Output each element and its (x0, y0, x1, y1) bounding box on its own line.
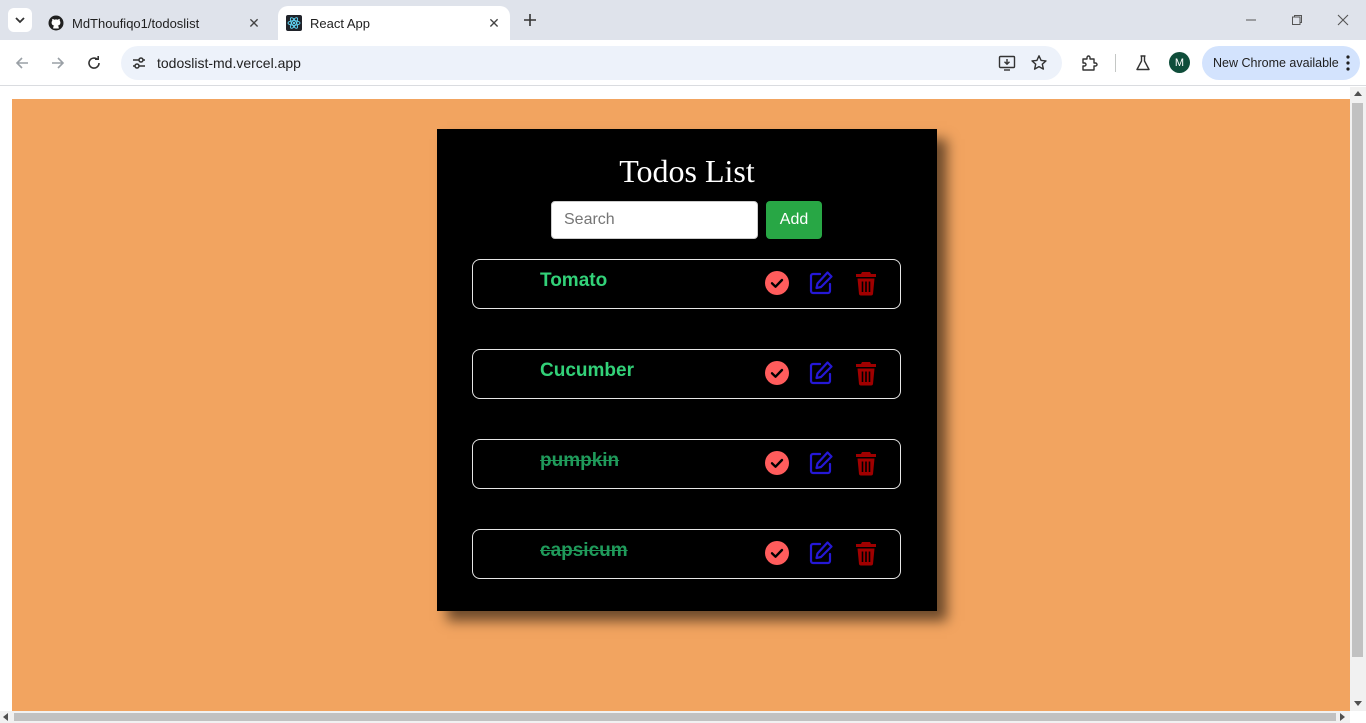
tab-github[interactable]: MdThoufiqo1/todoslist ✕ (40, 6, 270, 40)
labs-flask-icon[interactable] (1132, 52, 1154, 74)
todo-text: pumpkin (540, 450, 620, 471)
trash-icon[interactable] (853, 270, 879, 296)
tab-title: MdThoufiqo1/todoslist (72, 15, 200, 31)
edit-icon[interactable] (808, 450, 834, 476)
more-vert-icon[interactable] (1346, 55, 1350, 71)
trash-icon[interactable] (853, 540, 879, 566)
scrollbar-thumb[interactable] (14, 713, 1336, 721)
todo-text: Tomato (540, 270, 608, 291)
close-icon (1337, 14, 1349, 26)
add-button[interactable]: Add (766, 201, 822, 239)
horizontal-scrollbar[interactable] (0, 711, 1350, 723)
vertical-scrollbar[interactable] (1350, 87, 1366, 711)
todo-item: pumpkin (472, 439, 901, 489)
bookmark-star-icon[interactable] (1029, 53, 1049, 73)
check-circle-icon[interactable] (764, 540, 790, 566)
todo-item: Cucumber (472, 349, 901, 399)
tab-title: React App (310, 15, 370, 31)
todo-text: capsicum (540, 540, 628, 561)
chevron-down-icon (15, 17, 25, 24)
browser-toolbar: todoslist-md.vercel.app M New Chrome ava… (0, 40, 1366, 86)
edit-icon[interactable] (808, 270, 834, 296)
scroll-down-arrow[interactable] (1354, 701, 1362, 706)
close-icon[interactable]: ✕ (244, 13, 264, 33)
react-icon (286, 15, 302, 31)
page-background: Todos List Add Tomato Cucumber pumpkin caps… (12, 99, 1350, 711)
todo-text: Cucumber (540, 360, 634, 381)
web-viewport: Todos List Add Tomato Cucumber pumpkin caps… (0, 87, 1366, 723)
profile-avatar[interactable]: M (1169, 52, 1190, 73)
trash-icon[interactable] (853, 450, 879, 476)
minimize-icon (1246, 19, 1256, 21)
edit-icon[interactable] (808, 540, 834, 566)
arrow-left-icon (15, 57, 28, 69)
address-bar[interactable]: todoslist-md.vercel.app (121, 46, 1062, 80)
check-circle-icon[interactable] (764, 450, 790, 476)
close-icon[interactable]: ✕ (484, 13, 504, 33)
plus-icon (524, 14, 536, 26)
url-text: todoslist-md.vercel.app (157, 55, 301, 71)
toolbar-divider (1115, 54, 1116, 72)
new-tab-button[interactable] (519, 9, 541, 31)
todo-item: capsicum (472, 529, 901, 579)
chrome-update-button[interactable]: New Chrome available (1202, 46, 1360, 80)
trash-icon[interactable] (853, 360, 879, 386)
edit-icon[interactable] (808, 360, 834, 386)
check-circle-icon[interactable] (764, 270, 790, 296)
search-input[interactable] (551, 201, 758, 239)
restore-icon (1292, 15, 1302, 25)
reload-button[interactable] (82, 51, 106, 75)
reload-icon (88, 56, 100, 69)
scroll-up-arrow[interactable] (1354, 91, 1362, 96)
tab-strip: MdThoufiqo1/todoslist ✕ React App ✕ (0, 0, 1366, 40)
install-app-icon[interactable] (997, 53, 1017, 73)
arrow-right-icon (52, 57, 65, 69)
back-button[interactable] (10, 51, 34, 75)
tab-react-app[interactable]: React App ✕ (278, 6, 510, 40)
forward-button[interactable] (46, 51, 70, 75)
check-circle-icon[interactable] (764, 360, 790, 386)
scroll-left-arrow[interactable] (3, 713, 8, 721)
scrollbar-thumb[interactable] (1352, 103, 1363, 657)
todo-item: Tomato (472, 259, 901, 309)
page-title: Todos List (619, 153, 755, 189)
restore-button[interactable] (1282, 8, 1312, 32)
close-window-button[interactable] (1328, 8, 1358, 32)
update-label: New Chrome available (1213, 56, 1339, 70)
tab-search-button[interactable] (8, 8, 32, 32)
extensions-icon[interactable] (1078, 52, 1100, 74)
site-settings-icon[interactable] (129, 53, 149, 73)
scroll-right-arrow[interactable] (1340, 713, 1345, 721)
minimize-button[interactable] (1236, 8, 1266, 32)
todo-card: Todos List Add Tomato Cucumber pumpkin caps… (437, 129, 937, 611)
github-icon (48, 15, 64, 31)
